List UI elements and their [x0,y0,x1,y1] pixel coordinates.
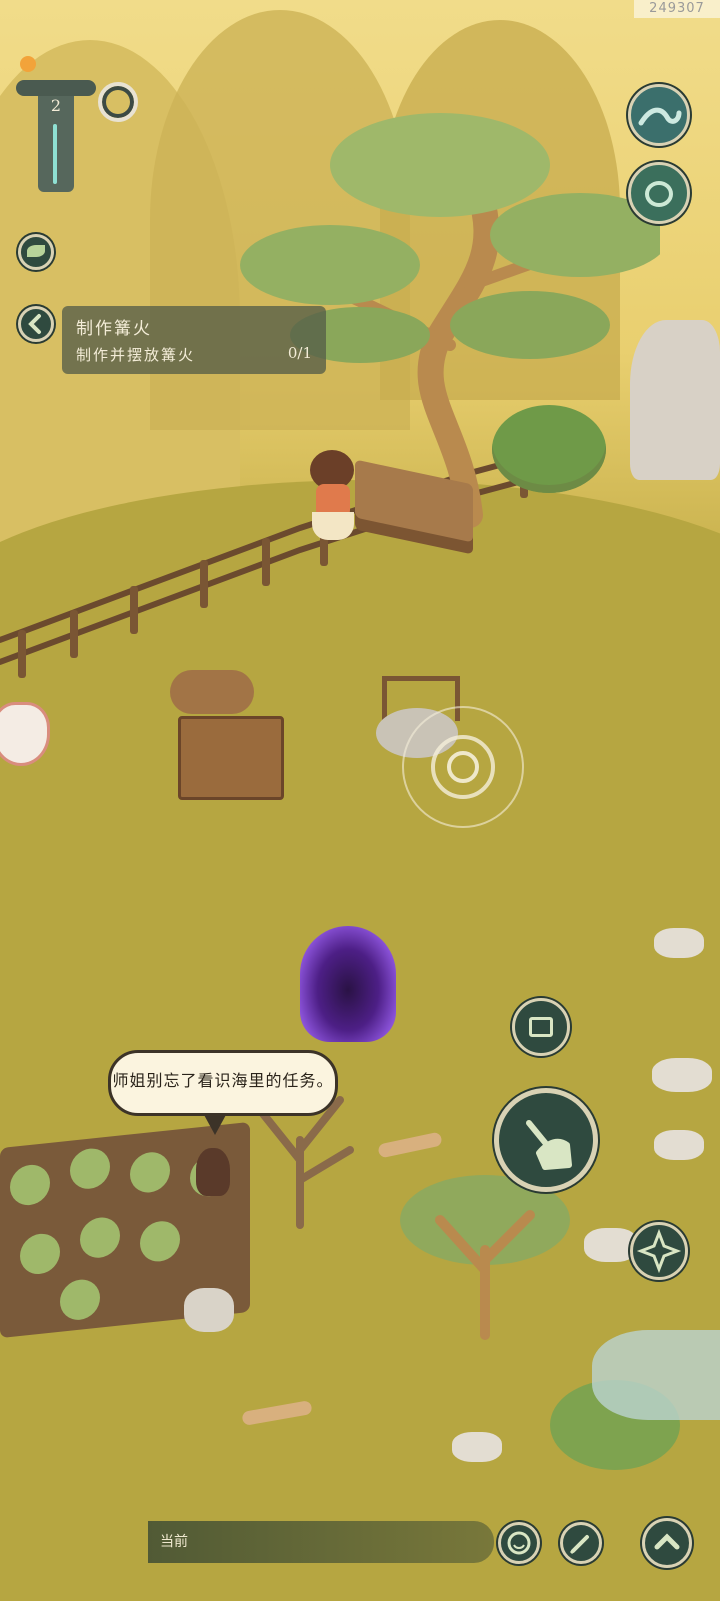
level-indicator[interactable]: 2 [16,56,96,196]
shuriken-icon[interactable] [630,1222,688,1280]
wooden-crate[interactable] [178,716,284,800]
player-character[interactable] [302,450,372,550]
rabbit-npc[interactable] [196,1148,230,1196]
rock [630,320,720,480]
quest-tracker[interactable]: 制作篝火 制作并摆放篝火 0/1 [62,306,326,374]
game-scene[interactable] [0,0,720,1601]
rock [184,1288,234,1332]
chevron-left-icon[interactable] [18,306,54,342]
chevron-left-glyph [28,314,41,334]
pencil-glyph [569,1535,589,1555]
turnip-crop [20,1231,60,1277]
level-bar [53,124,57,184]
chevron-up-glyph [654,1533,680,1550]
turnip-crop [140,1219,180,1264]
target-marker [402,706,524,828]
chevron-up-icon[interactable] [642,1518,692,1568]
chat-channel: 当前 [160,1534,188,1550]
quest-progress: 0/1 [287,344,312,362]
pond [592,1330,720,1420]
rock [654,1130,704,1160]
build-id: 249307 [634,0,720,18]
turnip-crop [130,1150,170,1195]
level-crown [16,80,96,96]
smile-glyph [507,1531,531,1555]
orange-bush [492,405,606,493]
chat-bar[interactable]: 当前 [148,1521,494,1563]
smile-icon[interactable] [498,1522,540,1564]
leaf-shape [27,245,45,257]
pot-icon[interactable] [628,162,690,224]
pencil-icon[interactable] [560,1522,602,1564]
character-skirt [312,512,354,540]
pot-shape [645,181,673,207]
quest-title: 制作篝火 [76,319,152,339]
purple-portal[interactable] [300,926,396,1042]
quest-subtitle: 制作并摆放篝火 [76,346,196,364]
hand-glyph [526,1120,572,1170]
leaf-icon[interactable] [18,234,54,270]
wave-glyph [638,107,682,126]
crafting-box-icon[interactable] [512,998,570,1056]
wave-icon[interactable] [628,84,690,146]
turnip-crop [10,1162,50,1208]
log-pile [170,670,254,714]
shuriken-glyph [636,1228,682,1274]
turnip-crop [80,1215,120,1260]
ring-icon[interactable] [98,82,138,122]
rock [654,928,704,958]
status-dot [20,56,36,72]
rock [652,1058,712,1092]
turnip-crop [70,1146,110,1191]
hand-icon[interactable] [494,1088,598,1192]
box-shape [529,1017,553,1037]
turnip-crop [60,1277,100,1322]
npc-speech-bubble: 师姐别忘了看识海里的任务。 [108,1050,338,1135]
level-number: 2 [50,96,62,115]
rock [452,1432,502,1462]
